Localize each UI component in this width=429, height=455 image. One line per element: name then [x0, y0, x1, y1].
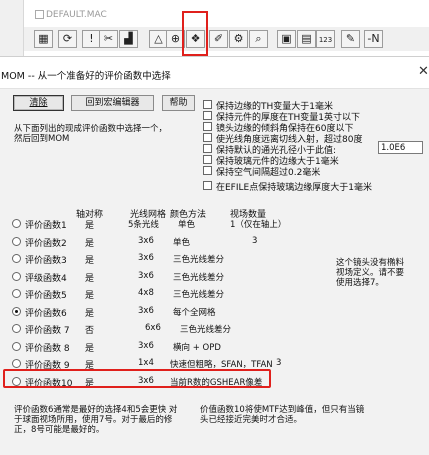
merit-function-1-grid-value: 5条光线	[128, 220, 159, 230]
app-window-left-edge	[0, 0, 24, 56]
instructions-text: 从下面列出的现成评价函数中选择一个， 然后回到MOM	[14, 124, 168, 144]
merit-function-2-color-value: 单色	[173, 238, 191, 248]
merit-function-9-radio[interactable]	[12, 359, 21, 368]
toolbar-counter-icon: 123	[318, 36, 333, 44]
close-icon[interactable]: ✕	[418, 64, 429, 79]
merit-function-7-radio[interactable]	[12, 324, 21, 333]
merit-function-4-grid-value: 3x6	[138, 271, 154, 281]
help-button[interactable]: 帮助	[162, 95, 195, 111]
toolbar-tools-icon: ✐	[213, 32, 224, 45]
merit-function-4-radio[interactable]	[12, 272, 21, 281]
option-checkbox-3[interactable]	[203, 122, 212, 131]
toolbar-next-icon: -N	[367, 32, 380, 45]
toolbar-gear-icon: ⚙	[233, 32, 244, 45]
clear-aperture-input[interactable]	[378, 141, 423, 154]
merit-function-2-field-value: 3	[252, 236, 258, 246]
toolbar-gear-button[interactable]: ⚙	[229, 30, 248, 48]
merit-function-8-grid-value: 3x6	[138, 341, 154, 351]
merit-function-3-grid-value: 3x6	[138, 253, 154, 263]
toolbar-save-icon: ▣	[281, 32, 292, 45]
toolbar-disk-button[interactable]: ▤	[297, 30, 316, 48]
toolbar-list-button[interactable]: ▦	[34, 30, 53, 48]
toolbar-edit-icon: ✎	[345, 32, 356, 45]
toolbar-search-icon: ⌕	[255, 32, 262, 45]
merit-function-5-axial-value: 是	[85, 291, 95, 301]
merit-function-2-radio[interactable]	[12, 237, 21, 246]
toolbar-list-icon: ▦	[38, 32, 49, 45]
toolbar-scissors-icon: ✂	[103, 32, 114, 45]
clear-button-label: 清除	[29, 98, 48, 108]
merit-function-5-label: 评价函数5	[25, 291, 67, 301]
merit-function-2-grid-value: 3x6	[138, 236, 154, 246]
merit-function-6-grid-value: 3x6	[138, 306, 154, 316]
merit-function-5-color-value: 三色光线差分	[173, 290, 225, 300]
dialog-title: MOM -- 从一个准备好的评价函数中选择	[1, 71, 171, 82]
clear-button[interactable]: 清除	[13, 95, 64, 111]
toolbar-chart-button[interactable]: ▟	[119, 30, 138, 48]
merit-function-2-axial-value: 是	[85, 239, 95, 249]
bottom-left-note: 评价函数6通常是最好的选择4和5会更快 对 于球面视场所用，使用7号。对于最后的…	[14, 405, 178, 435]
merit-function-4-color-value: 三色光线差分	[173, 273, 225, 283]
merit-function-6-label: 评价函数6	[25, 309, 67, 319]
merit-function-3-axial-value: 是	[85, 256, 95, 266]
toolbar-refresh-icon: ⟳	[62, 32, 73, 45]
merit-function-6-radio[interactable]	[12, 307, 21, 316]
merit-function-9-grid-value: 1x4	[138, 358, 154, 368]
option-checkbox-7[interactable]	[203, 166, 212, 175]
option-label-7: 保持空气间隔超过0.2毫米	[216, 168, 321, 178]
merit-function-7-axial-value: 否	[85, 326, 95, 336]
merit-function-8-label: 评价函数 8	[25, 344, 70, 354]
merit-function-6-axial-value: 是	[85, 309, 95, 319]
merit-function-1-radio[interactable]	[12, 219, 21, 228]
toolbar-search-button[interactable]: ⌕	[249, 30, 268, 48]
app-window-icon	[35, 10, 44, 19]
side-note: 这个镜头没有椭料 视场定义。请不要 使用选择7。	[336, 258, 405, 288]
merit-function-3-color-value: 三色光线差分	[173, 255, 225, 265]
merit-function-1-label: 评价函数1	[25, 221, 67, 231]
toolbar-counter-button[interactable]: 123	[316, 30, 335, 48]
option-checkbox-2[interactable]	[203, 111, 212, 120]
merit-function-4-axial-value: 是	[85, 274, 95, 284]
merit-function-8-axial-value: 是	[85, 344, 95, 354]
merit-function-9-field-value: 3	[276, 358, 282, 368]
merit-function-8-color-value: 横向 + OPD	[173, 343, 221, 353]
merit-function-3-label: 评价函数3	[25, 256, 67, 266]
merit-function-5-grid-value: 4x8	[138, 288, 154, 298]
macro-editor-button[interactable]: 回到宏编辑器	[71, 95, 154, 111]
toolbar-triangle-icon: △	[154, 32, 163, 45]
merit-function-6-color-value: 每个全网格	[173, 308, 216, 318]
option-checkbox-5[interactable]	[203, 144, 212, 153]
toolbar-refresh-button[interactable]: ⟳	[58, 30, 77, 48]
merit-function-7-grid-value: 6x6	[145, 323, 161, 333]
option-checkbox-6[interactable]	[203, 155, 212, 164]
app-window-title: DEFAULT.MAC	[46, 10, 107, 20]
merit-function-8-radio[interactable]	[12, 342, 21, 351]
merit-function-7-label: 评价函数 7	[25, 326, 70, 336]
option-checkbox-1[interactable]	[203, 100, 212, 109]
toolbar-crosshair-icon: ⊕	[170, 32, 181, 45]
merit-function-1-field-value: 1（仅在轴上）	[230, 220, 287, 230]
toolbar-alert-icon: !	[89, 32, 94, 45]
toolbar-next-button[interactable]: -N	[364, 30, 383, 48]
toolbar-disk-icon: ▤	[301, 32, 312, 45]
merit-function-1-axial-value: 是	[85, 221, 95, 231]
merit-function-3-radio[interactable]	[12, 254, 21, 263]
toolbar-edit-button[interactable]: ✎	[341, 30, 360, 48]
option-checkbox-4[interactable]	[203, 133, 212, 142]
option-label-8: 在EFILE点保持玻璃边缘厚度大于1毫米	[216, 183, 372, 193]
merit-function-4-label: 评级函数4	[25, 274, 67, 284]
merit-function-1-color-value: 单色	[178, 220, 196, 230]
toolbar-tools-button[interactable]: ✐	[209, 30, 228, 48]
toolbar-save-button[interactable]: ▣	[277, 30, 296, 48]
toolbar-highlight-box	[182, 11, 208, 56]
option-checkbox-8[interactable]	[203, 181, 212, 190]
toolbar-chart-icon: ▟	[124, 32, 133, 45]
merit-function-2-label: 评价函数2	[25, 239, 67, 249]
toolbar-scissors-button[interactable]: ✂	[99, 30, 118, 48]
merit-function-10-highlight-box	[3, 369, 271, 388]
merit-function-5-radio[interactable]	[12, 289, 21, 298]
bottom-right-note: 价值函数10将使MTF达到峰值，但只有当镜 头已经接近完美时才合适。	[200, 405, 365, 425]
merit-function-7-color-value: 三色光线差分	[180, 325, 232, 335]
